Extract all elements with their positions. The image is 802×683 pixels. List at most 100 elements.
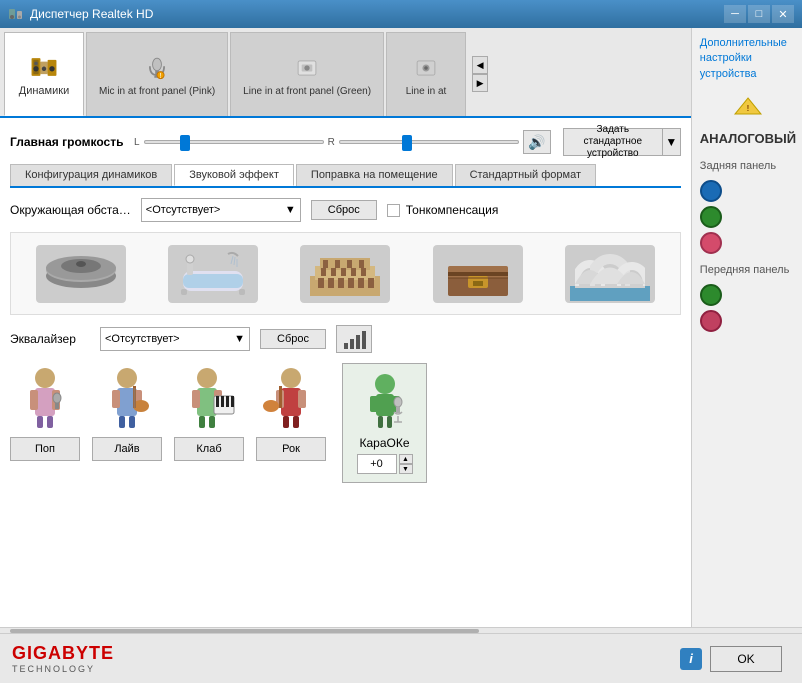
karaoke-value-input[interactable] [357, 454, 397, 474]
rock-button[interactable]: Рок [256, 437, 326, 461]
bottom-right: i OK [680, 646, 790, 672]
mute-button[interactable]: 🔊 [523, 130, 551, 154]
connector-front-pink[interactable] [700, 310, 722, 332]
env-img-bathtub-placeholder [168, 245, 258, 303]
eq-select[interactable]: <Отсутствует> ▼ [100, 327, 250, 351]
balance-slider-thumb[interactable] [402, 135, 412, 151]
tab-line-front[interactable]: Line in at front panel (Green) [230, 32, 384, 116]
env-img-disc-placeholder [36, 245, 126, 303]
scrollbar-thumb[interactable] [10, 629, 479, 633]
device-tabs: Динамики ! Mic in at front panel (Pink) [0, 28, 691, 118]
eq-select-value: <Отсутствует> [105, 333, 180, 345]
bottom-bar: GIGABYTE TECHNOLOGY i OK [0, 633, 802, 683]
tab-mic-front[interactable]: ! Mic in at front panel (Pink) [86, 32, 228, 116]
technology-text: TECHNOLOGY [12, 664, 114, 674]
tone-compensation-row: Тонкомпенсация [387, 203, 499, 217]
env-img-colosseum[interactable] [295, 241, 395, 306]
tab-speakers[interactable]: Динамики [4, 32, 84, 116]
music-styles-list: Поп [10, 363, 326, 461]
r-label: R [328, 137, 335, 148]
karaoke-decrement[interactable]: ▼ [399, 464, 413, 474]
rear-connectors [700, 180, 796, 254]
info-icon[interactable]: i [680, 648, 702, 670]
connector-green[interactable] [700, 206, 722, 228]
front-panel-label: Передняя панель [700, 264, 796, 276]
music-style-club[interactable]: Клаб [174, 363, 244, 461]
tone-compensation-checkbox[interactable] [387, 204, 400, 217]
tab-scroll-left[interactable]: ◀ [472, 56, 488, 74]
live-icon [92, 363, 162, 433]
env-img-colosseum-placeholder [300, 245, 390, 303]
front-connectors [700, 284, 796, 332]
tab-speakers-label: Динамики [19, 85, 69, 97]
line-front-icon [291, 52, 323, 84]
maximize-button[interactable]: □ [748, 5, 770, 23]
minimize-button[interactable]: ─ [724, 5, 746, 23]
music-style-live[interactable]: Лайв [92, 363, 162, 461]
env-select[interactable]: <Отсутствует> ▼ [141, 198, 301, 222]
env-img-opera[interactable] [560, 241, 660, 306]
tone-compensation-label: Тонкомпенсация [406, 203, 499, 217]
l-label: L [134, 137, 140, 148]
right-panel: Дополнительные настройки устройства ! АН… [692, 28, 802, 627]
left-panel: Динамики ! Mic in at front panel (Pink) [0, 28, 692, 627]
env-img-disc[interactable] [31, 241, 131, 306]
live-button[interactable]: Лайв [92, 437, 162, 461]
set-default-button[interactable]: Задать стандартное устройство [563, 128, 663, 156]
connector-pink[interactable] [700, 232, 722, 254]
gigabyte-logo: GIGABYTE TECHNOLOGY [12, 643, 114, 674]
eq-grid-button[interactable] [336, 325, 372, 353]
analog-badge: ! [700, 96, 796, 121]
analog-title: АНАЛОГОВЫЙ [700, 131, 796, 146]
tab-speaker-config[interactable]: Конфигурация динамиков [10, 164, 172, 186]
env-select-value: <Отсутствует> [146, 204, 221, 216]
environment-images [10, 232, 681, 315]
line-in-icon [410, 52, 442, 84]
karaoke-box: КараОКе ▲ ▼ [342, 363, 427, 483]
env-img-opera-placeholder [565, 245, 655, 303]
music-style-rock[interactable]: Рок [256, 363, 326, 461]
titlebar: Диспетчер Realtek HD ─ □ ✕ [0, 0, 802, 28]
eq-label: Эквалайзер [10, 332, 90, 346]
env-img-chest[interactable] [428, 241, 528, 306]
close-button[interactable]: ✕ [772, 5, 794, 23]
volume-slider[interactable] [144, 140, 324, 144]
set-default-dropdown[interactable]: ▼ [663, 128, 681, 156]
music-style-pop[interactable]: Поп [10, 363, 80, 461]
tab-room-correction[interactable]: Поправка на помещение [296, 164, 453, 186]
pop-button[interactable]: Поп [10, 437, 80, 461]
mic-front-icon: ! [141, 52, 173, 84]
karaoke-spinner: ▲ ▼ [357, 454, 413, 474]
ok-button[interactable]: OK [710, 646, 782, 672]
tab-scroll-right[interactable]: ▶ [472, 74, 488, 92]
connector-blue[interactable] [700, 180, 722, 202]
eq-reset-button[interactable]: Сброс [260, 329, 326, 349]
volume-title: Главная громкость [10, 135, 130, 149]
balance-slider[interactable] [339, 140, 519, 144]
karaoke-icon [360, 372, 410, 432]
env-select-chevron: ▼ [285, 204, 296, 216]
tab-sound-effect[interactable]: Звуковой эффект [174, 164, 294, 186]
karaoke-label: КараОКе [359, 436, 409, 450]
app-icon [8, 6, 24, 22]
env-img-bathtub[interactable] [163, 241, 263, 306]
svg-text:!: ! [160, 71, 162, 79]
karaoke-increment[interactable]: ▲ [399, 454, 413, 464]
gigabyte-text: GIGABYTE [12, 643, 114, 664]
equalizer-row: Эквалайзер <Отсутствует> ▼ Сброс [10, 325, 681, 353]
eq-select-chevron: ▼ [234, 333, 245, 345]
tab-line-in-label: Line in at [406, 86, 447, 97]
club-button[interactable]: Клаб [174, 437, 244, 461]
sound-effect-content: Окружающая обста… <Отсутствует> ▼ Сброс … [10, 188, 681, 617]
pop-icon [10, 363, 80, 433]
environment-row: Окружающая обста… <Отсутствует> ▼ Сброс … [10, 198, 681, 222]
connector-front-green[interactable] [700, 284, 722, 306]
env-label: Окружающая обста… [10, 203, 131, 217]
volume-slider-thumb[interactable] [180, 135, 190, 151]
tab-line-in[interactable]: Line in at [386, 32, 466, 116]
svg-text:!: ! [747, 104, 750, 113]
env-reset-button[interactable]: Сброс [311, 200, 377, 220]
tab-standard-format[interactable]: Стандартный формат [455, 164, 596, 186]
additional-settings-link[interactable]: Дополнительные настройки устройства [700, 36, 796, 82]
main-container: Динамики ! Mic in at front panel (Pink) [0, 28, 802, 627]
